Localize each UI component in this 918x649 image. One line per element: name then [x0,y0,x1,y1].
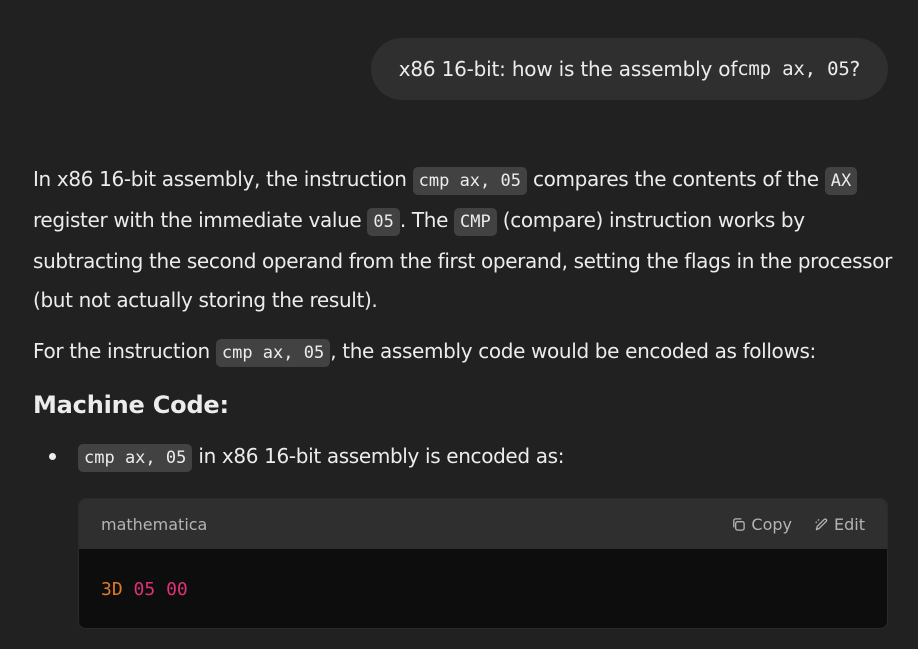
code-token: 05 [133,578,156,600]
inline-code: cmp ax, 05 [412,167,527,195]
list-item: cmp ax, 05 in x86 16-bit assembly is enc… [33,437,893,478]
text-span: in x86 16-bit assembly is encoded as: [192,444,565,468]
user-message-bubble: x86 16-bit: how is the assembly of cmp a… [370,38,888,100]
user-message-code: cmp ax, 05 [737,58,850,80]
inline-code: 05 [367,208,400,236]
answer-paragraph-1: In x86 16-bit assembly, the instruction … [33,160,893,320]
code-block-header: mathematica Copy Edit [79,499,887,549]
assistant-answer: In x86 16-bit assembly, the instruction … [33,160,893,478]
code-actions: Copy Edit [731,515,865,534]
code-language-label: mathematica [101,514,208,534]
text-span: compares the contents of the [526,167,825,191]
section-heading: Machine Code: [33,391,229,419]
inline-code: cmp ax, 05 [78,444,193,472]
edit-pencil-icon [815,517,828,530]
inline-code: CMP [454,208,497,236]
edit-button[interactable]: Edit [814,515,865,534]
copy-label: Copy [751,514,793,534]
chat-page: x86 16-bit: how is the assembly of cmp a… [0,0,918,649]
edit-label: Edit [834,514,865,534]
inline-code: cmp ax, 05 [215,339,331,367]
text-span: , the assembly code would be encoded as … [330,339,816,363]
text-span: . The [399,208,455,232]
code-token: 3D [101,578,123,600]
inline-code: AX [824,167,858,195]
text-span: In x86 16-bit assembly, the instruction [33,167,413,191]
code-token: 00 [166,578,188,600]
user-message-prefix: x86 16-bit: how is the assembly of [398,57,738,81]
copy-button[interactable]: Copy [731,515,792,534]
text-span: register with the immediate value [33,208,368,232]
text-span: For the instruction [33,339,216,363]
answer-paragraph-2: For the instruction cmp ax, 05, the asse… [33,332,893,373]
code-block-body: 3D 05 00 [79,549,887,628]
code-block: mathematica Copy Edit 3D 05 00 [78,498,888,629]
copy-icon [733,517,746,531]
bullet-icon [49,453,56,460]
user-message-suffix: ? [849,57,861,81]
